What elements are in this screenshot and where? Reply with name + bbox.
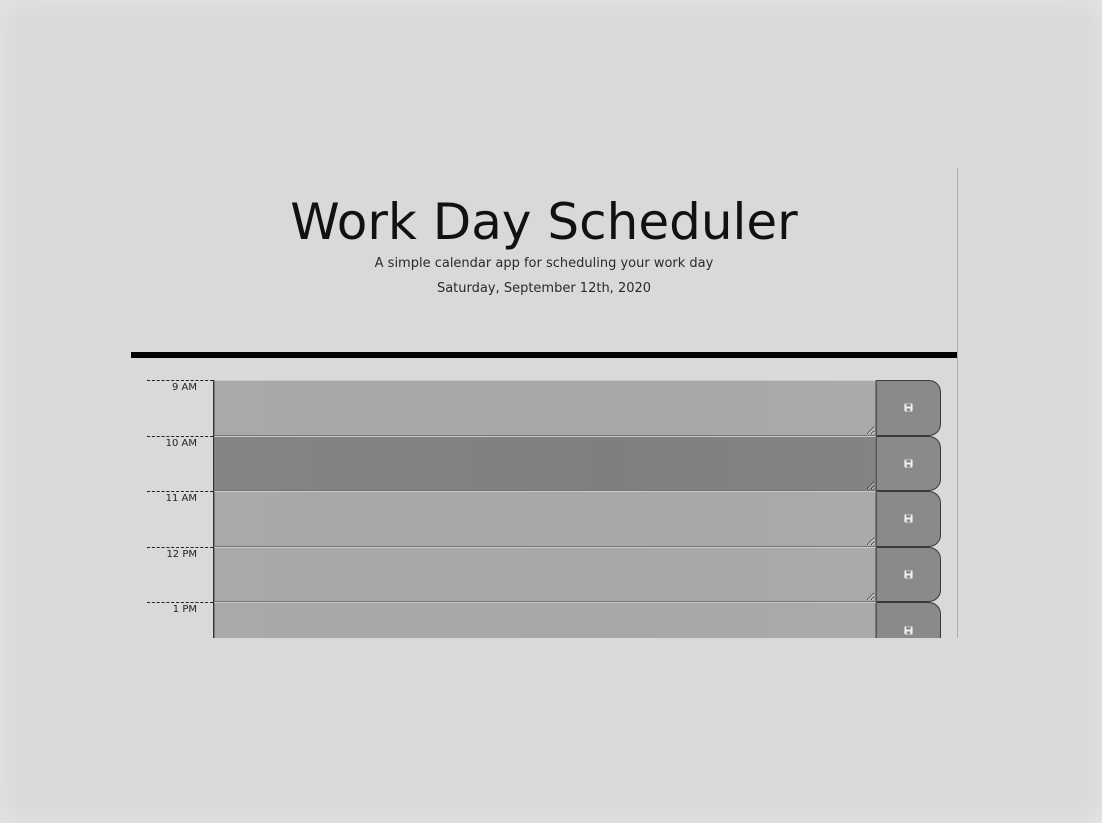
hour-label: 12 PM	[147, 546, 213, 603]
timeblock-row: 9 AM	[131, 380, 957, 436]
floppy-disk-icon	[904, 403, 913, 412]
save-button[interactable]	[876, 602, 941, 638]
timeblock-row: 12 PM	[131, 546, 957, 603]
timeblock-list: 9 AM 10 AM 11 AM 12 PM 1 PM	[131, 380, 957, 638]
timeblock-row: 10 AM	[131, 435, 957, 492]
save-button[interactable]	[876, 546, 941, 603]
event-description-input[interactable]	[214, 380, 876, 436]
hour-label: 1 PM	[147, 602, 213, 638]
timeblock-row: 11 AM	[131, 491, 957, 547]
event-description-input[interactable]	[214, 546, 876, 603]
timeblock-row: 1 PM	[131, 602, 957, 638]
save-button[interactable]	[876, 491, 941, 547]
current-day: Saturday, September 12th, 2020	[436, 281, 652, 296]
floppy-disk-icon	[904, 626, 913, 635]
scheduler-page: Work Day Scheduler A simple calendar app…	[131, 168, 957, 638]
page-title: Work Day Scheduler	[290, 193, 798, 251]
viewport-edge	[957, 168, 958, 638]
event-description-input[interactable]	[214, 602, 876, 638]
floppy-disk-icon	[904, 570, 913, 579]
save-button[interactable]	[876, 380, 941, 436]
jumbotron: Work Day Scheduler A simple calendar app…	[131, 168, 957, 352]
floppy-disk-icon	[904, 459, 913, 468]
event-description-input[interactable]	[214, 491, 876, 547]
hour-label: 9 AM	[147, 380, 213, 436]
header-divider	[131, 352, 957, 358]
hour-label: 11 AM	[147, 491, 213, 547]
page-subtitle: A simple calendar app for scheduling you…	[374, 256, 714, 271]
floppy-disk-icon	[904, 514, 913, 524]
hour-label: 10 AM	[147, 435, 213, 492]
save-button[interactable]	[876, 435, 941, 492]
event-description-input[interactable]	[214, 435, 876, 492]
